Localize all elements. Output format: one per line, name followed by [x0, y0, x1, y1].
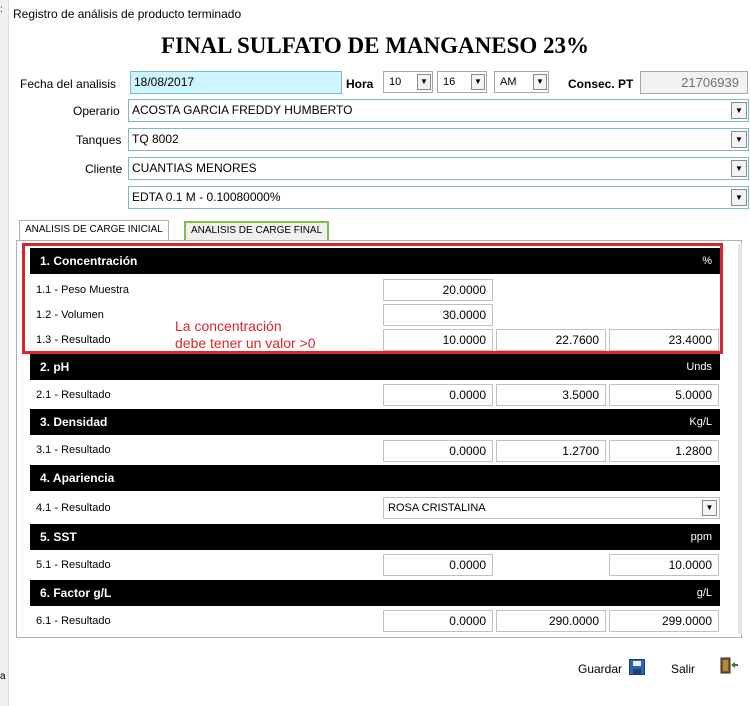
densidad-max-field: 1.2800: [609, 440, 719, 462]
section-unit: g/L: [696, 587, 712, 599]
chevron-down-icon[interactable]: ▼: [731, 131, 747, 148]
edge-glyph: a: [0, 671, 6, 682]
salir-button[interactable]: Salir: [671, 662, 695, 676]
operario-select[interactable]: ACOSTA GARCIA FREDDY HUMBERTO ▼: [128, 99, 749, 122]
section-unit: ppm: [690, 531, 712, 543]
window-title: Registro de análisis de producto termina…: [13, 7, 242, 21]
hora-ampm-select[interactable]: AM ▼: [494, 71, 549, 93]
exit-door-icon[interactable]: [719, 656, 739, 676]
consec-label: Consec. PT: [568, 77, 634, 91]
row-label: 5.1 - Resultado: [36, 559, 111, 571]
save-icon[interactable]: [629, 659, 645, 675]
hora-label: Hora: [346, 77, 374, 91]
left-window-edge: :: [0, 0, 9, 706]
hora-minute-select[interactable]: 16 ▼: [437, 71, 487, 93]
chevron-down-icon[interactable]: ▼: [533, 74, 547, 90]
hora-hour-select[interactable]: 10 ▼: [383, 71, 433, 93]
section-unit: Unds: [686, 361, 712, 373]
sst-result-input[interactable]: 0.0000: [383, 554, 493, 576]
section-factor: 6. Factor g/L g/L: [30, 580, 720, 606]
tab-carge-inicial[interactable]: ANALISIS DE CARGE INICIAL: [19, 220, 169, 240]
ph-result-input[interactable]: 0.0000: [383, 384, 493, 406]
operario-label: Operario: [73, 104, 120, 118]
cliente-label: Cliente: [85, 162, 123, 176]
section-ph: 2. pH Unds: [30, 354, 720, 380]
row-label: 4.1 - Resultado: [36, 502, 111, 514]
factor-result-input[interactable]: 0.0000: [383, 610, 493, 632]
densidad-result-input[interactable]: 0.0000: [383, 440, 493, 462]
consec-field: 21706939: [640, 71, 748, 94]
guardar-button[interactable]: Guardar: [578, 662, 622, 676]
highlight-box: [22, 243, 723, 354]
section-densidad: 3. Densidad Kg/L: [30, 409, 720, 435]
reactivo-select[interactable]: EDTA 0.1 M - 0.10080000% ▼: [128, 186, 749, 209]
tab-carge-final[interactable]: ANALISIS DE CARGE FINAL: [184, 221, 330, 241]
densidad-min-field: 1.2700: [496, 440, 606, 462]
row-label: 3.1 - Resultado: [36, 444, 111, 456]
factor-min-field: 290.0000: [496, 610, 606, 632]
ph-max-field: 5.0000: [609, 384, 719, 406]
chevron-down-icon[interactable]: ▼: [731, 160, 747, 177]
tanques-label: Tanques: [76, 133, 122, 147]
fecha-label: Fecha del analisis: [20, 77, 117, 91]
row-label: 2.1 - Resultado: [36, 389, 111, 401]
section-apariencia: 4. Apariencia: [30, 465, 720, 491]
row-label: 6.1 - Resultado: [36, 615, 111, 627]
window-titlebar: Registro de análisis de producto termina…: [9, 0, 750, 28]
cliente-select[interactable]: CUANTIAS MENORES ▼: [128, 157, 749, 180]
ph-min-field: 3.5000: [496, 384, 606, 406]
chevron-down-icon[interactable]: ▼: [702, 500, 717, 516]
tanques-select[interactable]: TQ 8002 ▼: [128, 128, 749, 151]
apariencia-select[interactable]: ROSA CRISTALINA ▼: [383, 497, 720, 519]
chevron-down-icon[interactable]: ▼: [471, 74, 485, 90]
sst-max-field: 10.0000: [609, 554, 719, 576]
section-unit: Kg/L: [689, 416, 712, 428]
chevron-down-icon[interactable]: ▼: [417, 74, 431, 90]
section-sst: 5. SST ppm: [30, 524, 720, 550]
panel-scrollbar[interactable]: [738, 244, 742, 634]
page-title: FINAL SULFATO DE MANGANESO 23%: [160, 33, 590, 58]
annotation-note: La concentración debe tener un valor >0: [175, 318, 316, 351]
factor-max-field: 299.0000: [609, 610, 719, 632]
chevron-down-icon[interactable]: ▼: [731, 102, 747, 119]
chevron-down-icon[interactable]: ▼: [731, 189, 747, 206]
fecha-input[interactable]: 18/08/2017: [130, 71, 342, 94]
